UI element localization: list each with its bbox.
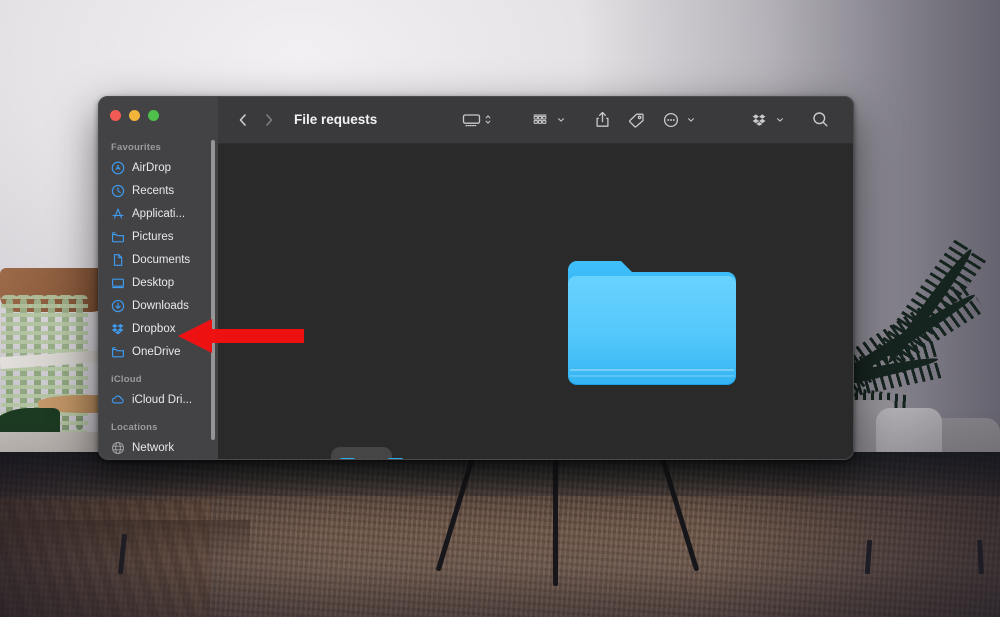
finder-sidebar: Favourites AirDrop Recents Applicati... …: [98, 96, 218, 460]
sidebar-item-icloud-drive[interactable]: iCloud Dri...: [98, 388, 218, 411]
share-button[interactable]: [586, 105, 619, 135]
sidebar-item-downloads[interactable]: Downloads: [98, 294, 218, 317]
finder-main-pane: File requests: [218, 96, 854, 460]
desktop-icon: [111, 276, 125, 290]
sidebar-item-airdrop[interactable]: AirDrop: [98, 156, 218, 179]
dropbox-icon: [752, 113, 766, 126]
forward-button[interactable]: [256, 107, 282, 133]
folder-icon: [111, 345, 125, 359]
sidebar-item-pictures[interactable]: Pictures: [98, 225, 218, 248]
view-options-button[interactable]: [523, 105, 574, 135]
sidebar-item-label: Network: [132, 441, 175, 454]
folder-icon: [111, 230, 125, 244]
applications-icon: [111, 207, 125, 221]
group-items-button[interactable]: [453, 105, 501, 135]
sidebar-item-desktop[interactable]: Desktop: [98, 271, 218, 294]
sidebar-item-label: Downloads: [132, 299, 189, 312]
back-button[interactable]: [230, 107, 256, 133]
view-group-icon: [462, 113, 481, 126]
sidebar-scroll-area: Favourites AirDrop Recents Applicati... …: [98, 138, 218, 460]
document-icon: [111, 253, 125, 267]
sidebar-item-label: Desktop: [132, 276, 175, 289]
dropbox-menu-button[interactable]: [742, 105, 793, 135]
share-icon: [596, 111, 609, 127]
minimize-button[interactable]: [129, 110, 140, 121]
tv-stand-leg-center: [553, 458, 558, 586]
traffic-lights: [98, 96, 218, 121]
chevron-updown-icon: [485, 115, 491, 124]
large-folder-preview[interactable]: [564, 248, 740, 396]
more-actions-button[interactable]: [654, 105, 704, 135]
finder-window: Favourites AirDrop Recents Applicati... …: [98, 96, 854, 460]
sidebar-item-label: iCloud Dri...: [132, 393, 193, 406]
folder-thumbnail-2[interactable]: [386, 454, 432, 460]
download-icon: [111, 299, 125, 313]
sidebar-item-label: Recents: [132, 184, 175, 197]
tags-button[interactable]: [619, 105, 654, 135]
chevron-down-icon: [688, 118, 694, 122]
search-button[interactable]: [803, 105, 838, 135]
sidebar-item-label: Applicati...: [132, 207, 186, 220]
network-icon: [111, 441, 125, 455]
airdrop-icon: [111, 161, 125, 175]
maximize-button[interactable]: [148, 110, 159, 121]
finder-toolbar: File requests: [218, 96, 854, 144]
chevron-down-icon: [777, 118, 783, 122]
icon-view-icon: [533, 114, 547, 124]
folder-thumbnail-1[interactable]: [338, 454, 384, 460]
sidebar-section-locations: Locations: [111, 422, 158, 433]
annotation-arrow: [178, 319, 304, 353]
sidebar-item-label: AirDrop: [132, 161, 171, 174]
sidebar-scrollbar[interactable]: [211, 140, 215, 440]
finder-content-area: [218, 144, 854, 460]
window-title: File requests: [294, 112, 378, 127]
sidebar-item-label: OneDrive: [132, 345, 181, 358]
sidebar-item-recents[interactable]: Recents: [98, 179, 218, 202]
sidebar-section-icloud: iCloud: [111, 374, 142, 385]
sidebar-item-label: Pictures: [132, 230, 174, 243]
cloud-icon: [111, 393, 125, 407]
close-button[interactable]: [110, 110, 121, 121]
sidebar-item-applications[interactable]: Applicati...: [98, 202, 218, 225]
clock-icon: [111, 184, 125, 198]
sidebar-item-documents[interactable]: Documents: [98, 248, 218, 271]
sidebar-item-label: Dropbox: [132, 322, 176, 335]
dropbox-icon: [111, 322, 125, 336]
search-icon: [813, 112, 828, 127]
tag-icon: [629, 113, 644, 128]
television: Favourites AirDrop Recents Applicati... …: [98, 96, 854, 460]
sidebar-item-label: Documents: [132, 253, 191, 266]
chevron-down-icon: [558, 118, 564, 122]
more-actions-icon: [663, 112, 679, 127]
sidebar-item-network[interactable]: Network: [98, 436, 218, 459]
sidebar-section-favourites: Favourites: [111, 142, 162, 153]
